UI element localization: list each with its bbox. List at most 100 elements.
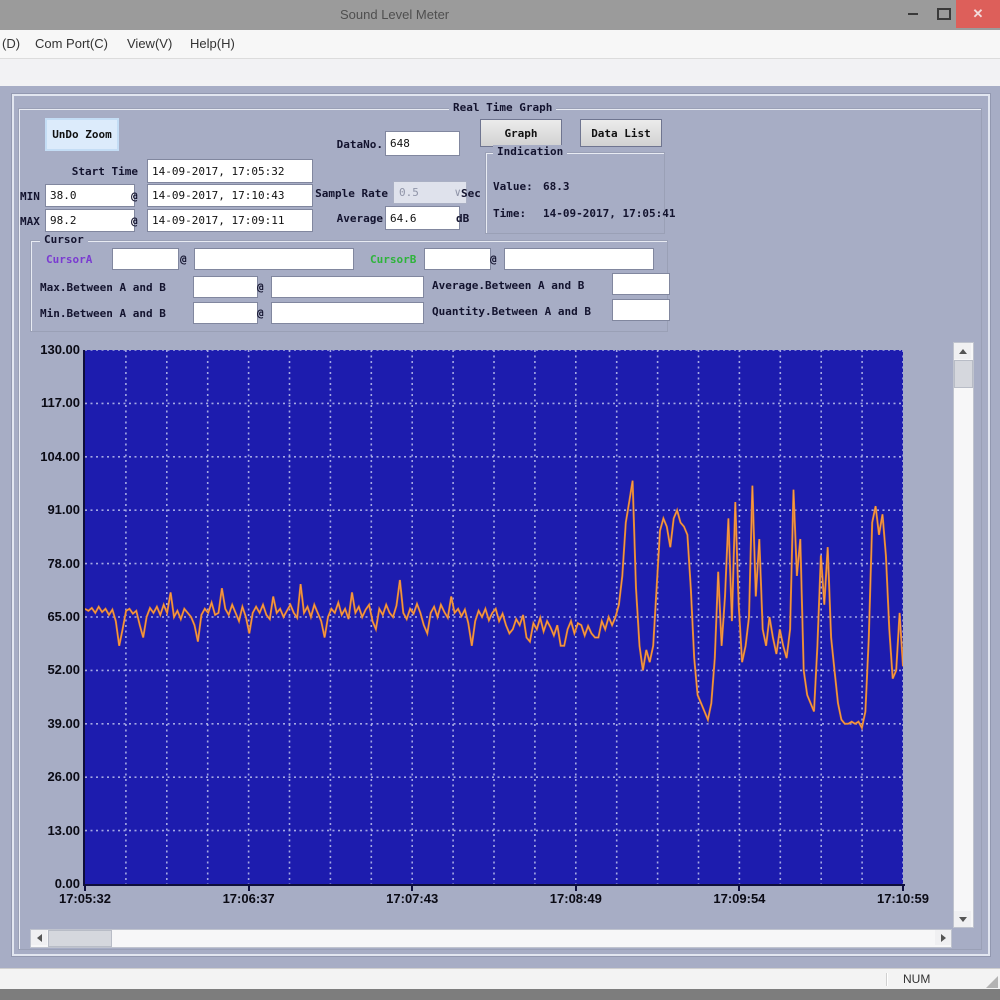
quantity-between-field[interactable] <box>612 299 670 321</box>
y-axis-tick-label: 130.00 <box>14 342 80 357</box>
average-between-field[interactable] <box>612 273 670 295</box>
x-axis-tick-label: 17:08:49 <box>550 891 602 906</box>
undo-zoom-button[interactable]: UnDo Zoom <box>45 118 119 151</box>
x-axis-tick <box>411 886 413 891</box>
max-value-field[interactable]: 98.2 <box>45 209 135 232</box>
x-axis-tick <box>84 886 86 891</box>
menu-item-datalogger[interactable]: (D) <box>2 36 20 51</box>
sample-rate-value: 0.5 <box>399 186 419 199</box>
indication-time: 14-09-2017, 17:05:41 <box>543 207 675 220</box>
scroll-left-button[interactable] <box>31 930 47 945</box>
scroll-up-button[interactable] <box>954 343 971 359</box>
min-time-field[interactable]: 14-09-2017, 17:10:43 <box>147 184 313 207</box>
window-bottom-edge <box>0 989 1000 1000</box>
horizontal-scrollbar[interactable] <box>30 929 952 948</box>
cursor-a-label: CursorA <box>46 253 92 266</box>
maximize-button[interactable] <box>930 0 958 28</box>
min-between-time-field[interactable] <box>271 302 424 324</box>
indication-groupbox <box>485 152 665 234</box>
x-axis-tick <box>575 886 577 891</box>
horizontal-scrollbar-thumb[interactable] <box>48 930 112 947</box>
status-separator <box>886 973 887 986</box>
menu-bar: (D) Com Port(C) View(V) Help(H) <box>0 30 1000 59</box>
indication-group-title: Indication <box>493 145 567 158</box>
min-between-at-label: @ <box>257 307 264 320</box>
cursor-a-time-field[interactable] <box>194 248 354 270</box>
min-value-field[interactable]: 38.0 <box>45 184 135 207</box>
x-axis-tick <box>738 886 740 891</box>
cursor-a-value-field[interactable] <box>112 248 179 270</box>
x-axis-tick <box>902 886 904 891</box>
minimize-icon <box>908 13 918 15</box>
average-label: Average <box>300 212 383 225</box>
indication-value: 68.3 <box>543 180 570 193</box>
db-unit-label: dB <box>456 212 469 225</box>
y-axis-tick-label: 65.00 <box>14 609 80 624</box>
x-axis-tick-label: 17:09:54 <box>713 891 765 906</box>
average-field[interactable]: 64.6 <box>385 206 460 230</box>
x-axis-tick <box>248 886 250 891</box>
sample-rate-label: Sample Rate <box>290 187 388 200</box>
x-axis-tick-label: 17:07:43 <box>386 891 438 906</box>
window-title: Sound Level Meter <box>340 7 449 22</box>
average-between-label: Average.Between A and B <box>432 279 584 292</box>
arrow-left-icon <box>37 934 42 942</box>
cursor-a-at-label: @ <box>180 253 187 266</box>
y-axis-tick-label: 39.00 <box>14 716 80 731</box>
arrow-right-icon <box>941 934 946 942</box>
data-no-field[interactable]: 648 <box>385 131 460 156</box>
y-axis-tick-label: 0.00 <box>14 876 80 891</box>
cursor-b-label: CursorB <box>370 253 416 266</box>
data-list-button[interactable]: Data List <box>580 119 662 147</box>
scroll-right-button[interactable] <box>935 930 951 945</box>
close-button[interactable]: ✕ <box>956 0 1000 28</box>
start-time-label: Start Time <box>48 165 138 178</box>
min-between-label: Min.Between A and B <box>40 307 166 320</box>
x-axis-line <box>83 884 905 886</box>
title-bar: Sound Level Meter ✕ <box>0 0 1000 30</box>
y-axis-tick-label: 104.00 <box>14 449 80 464</box>
y-axis-tick-label: 13.00 <box>14 823 80 838</box>
y-axis-tick-label: 52.00 <box>14 662 80 677</box>
graph-button[interactable]: Graph <box>480 119 562 147</box>
status-bar: NUM <box>0 968 1000 990</box>
arrow-up-icon <box>959 349 967 354</box>
cursor-b-time-field[interactable] <box>504 248 654 270</box>
max-between-at-label: @ <box>257 281 264 294</box>
min-label: MIN <box>20 190 40 203</box>
sound-level-plot[interactable] <box>85 350 903 884</box>
toolbar-strip <box>0 59 1000 86</box>
minimize-button[interactable] <box>898 0 928 28</box>
indication-value-label: Value: <box>493 180 533 193</box>
menu-item-com-port[interactable]: Com Port(C) <box>35 36 108 51</box>
min-between-value-field[interactable] <box>193 302 258 324</box>
x-axis-tick-label: 17:10:59 <box>877 891 929 906</box>
cursor-group-title: Cursor <box>40 233 88 246</box>
max-between-value-field[interactable] <box>193 276 258 298</box>
menu-item-view[interactable]: View(V) <box>127 36 172 51</box>
indication-time-label: Time: <box>493 207 526 220</box>
max-time-field[interactable]: 14-09-2017, 17:09:11 <box>147 209 313 232</box>
chevron-down-icon: ∨ <box>454 186 461 199</box>
y-axis-tick-label: 117.00 <box>14 395 80 410</box>
vertical-scrollbar[interactable] <box>953 342 974 928</box>
sec-unit-label: Sec <box>461 187 481 200</box>
data-no-label: DataNo. <box>300 138 383 151</box>
max-at-label: @ <box>131 215 138 228</box>
y-axis-tick-label: 91.00 <box>14 502 80 517</box>
sample-rate-dropdown[interactable]: 0.5 ∨ <box>393 181 467 204</box>
sound-level-meter-window: { "window": { "title": "Sound Level Mete… <box>0 0 1000 1000</box>
menu-item-help[interactable]: Help(H) <box>190 36 235 51</box>
x-axis-tick-label: 17:05:32 <box>59 891 111 906</box>
max-between-time-field[interactable] <box>271 276 424 298</box>
quantity-between-label: Quantity.Between A and B <box>432 305 591 318</box>
start-time-field[interactable]: 14-09-2017, 17:05:32 <box>147 159 313 183</box>
vertical-scrollbar-thumb[interactable] <box>954 360 973 388</box>
resize-grip-icon[interactable] <box>986 976 998 988</box>
close-icon: ✕ <box>973 6 984 22</box>
cursor-b-value-field[interactable] <box>424 248 491 270</box>
max-label: MAX <box>20 215 40 228</box>
num-lock-indicator: NUM <box>903 972 930 986</box>
scroll-down-button[interactable] <box>954 911 971 927</box>
maximize-icon <box>937 8 951 20</box>
